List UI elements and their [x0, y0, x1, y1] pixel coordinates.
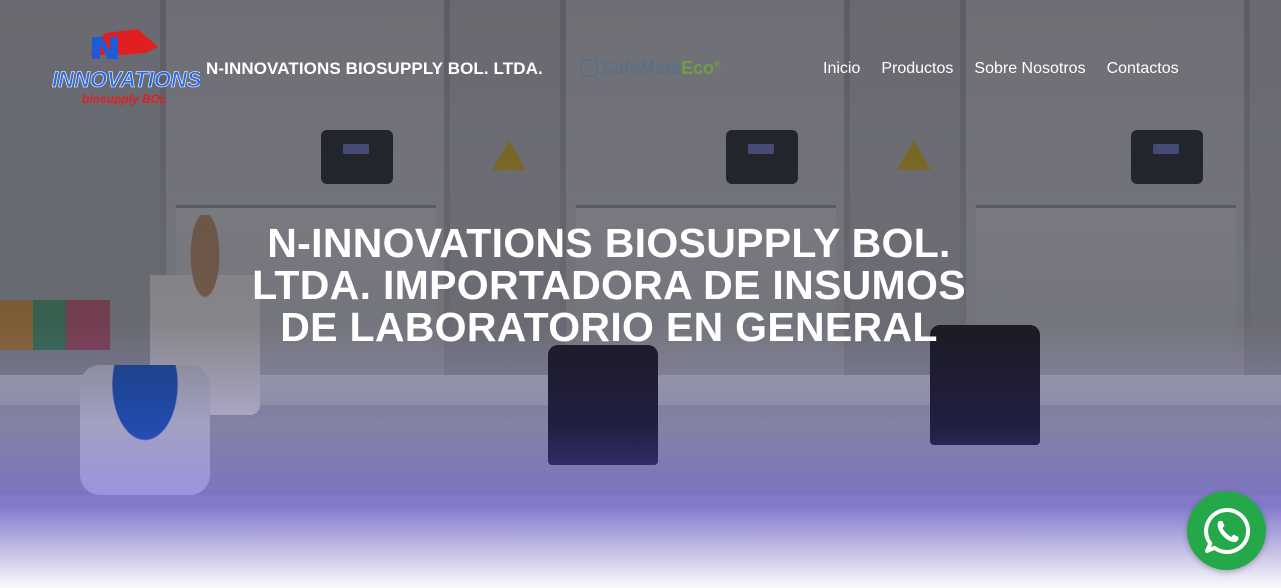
partner-logo-text: SafeMate: [602, 58, 682, 78]
site-header: INNOVATIONS biosupply BOL N-INNOVATIONS …: [0, 0, 1281, 130]
hero-headline: N-INNOVATIONS BIOSUPPLY BOL. LTDA. IMPOR…: [252, 220, 966, 350]
brand-title: N-INNOVATIONS BIOSUPPLY BOL. LTDA.: [206, 59, 543, 78]
partner-logo-suffix: Eco: [681, 58, 715, 78]
whatsapp-icon: [1203, 507, 1250, 554]
svg-text:biosupply BOL: biosupply BOL: [82, 92, 167, 106]
nav-item-productos[interactable]: Productos: [881, 60, 953, 78]
whatsapp-button[interactable]: [1187, 491, 1266, 570]
partner-mark-icon: [580, 59, 598, 77]
main-nav: Inicio Productos Sobre Nosotros Contacto…: [823, 60, 1179, 78]
nav-item-sobre-nosotros[interactable]: Sobre Nosotros: [974, 60, 1085, 78]
partner-logo: SafeMateEco®: [580, 58, 721, 79]
nav-item-inicio[interactable]: Inicio: [823, 60, 860, 78]
site-logo[interactable]: INNOVATIONS biosupply BOL: [50, 25, 202, 110]
hero-section: INNOVATIONS biosupply BOL N-INNOVATIONS …: [0, 0, 1281, 588]
partner-logo-mark: ®: [714, 59, 721, 69]
innovations-logo-icon: INNOVATIONS biosupply BOL: [52, 29, 202, 106]
svg-text:INNOVATIONS: INNOVATIONS: [52, 67, 200, 92]
nav-item-contactos[interactable]: Contactos: [1107, 60, 1179, 78]
